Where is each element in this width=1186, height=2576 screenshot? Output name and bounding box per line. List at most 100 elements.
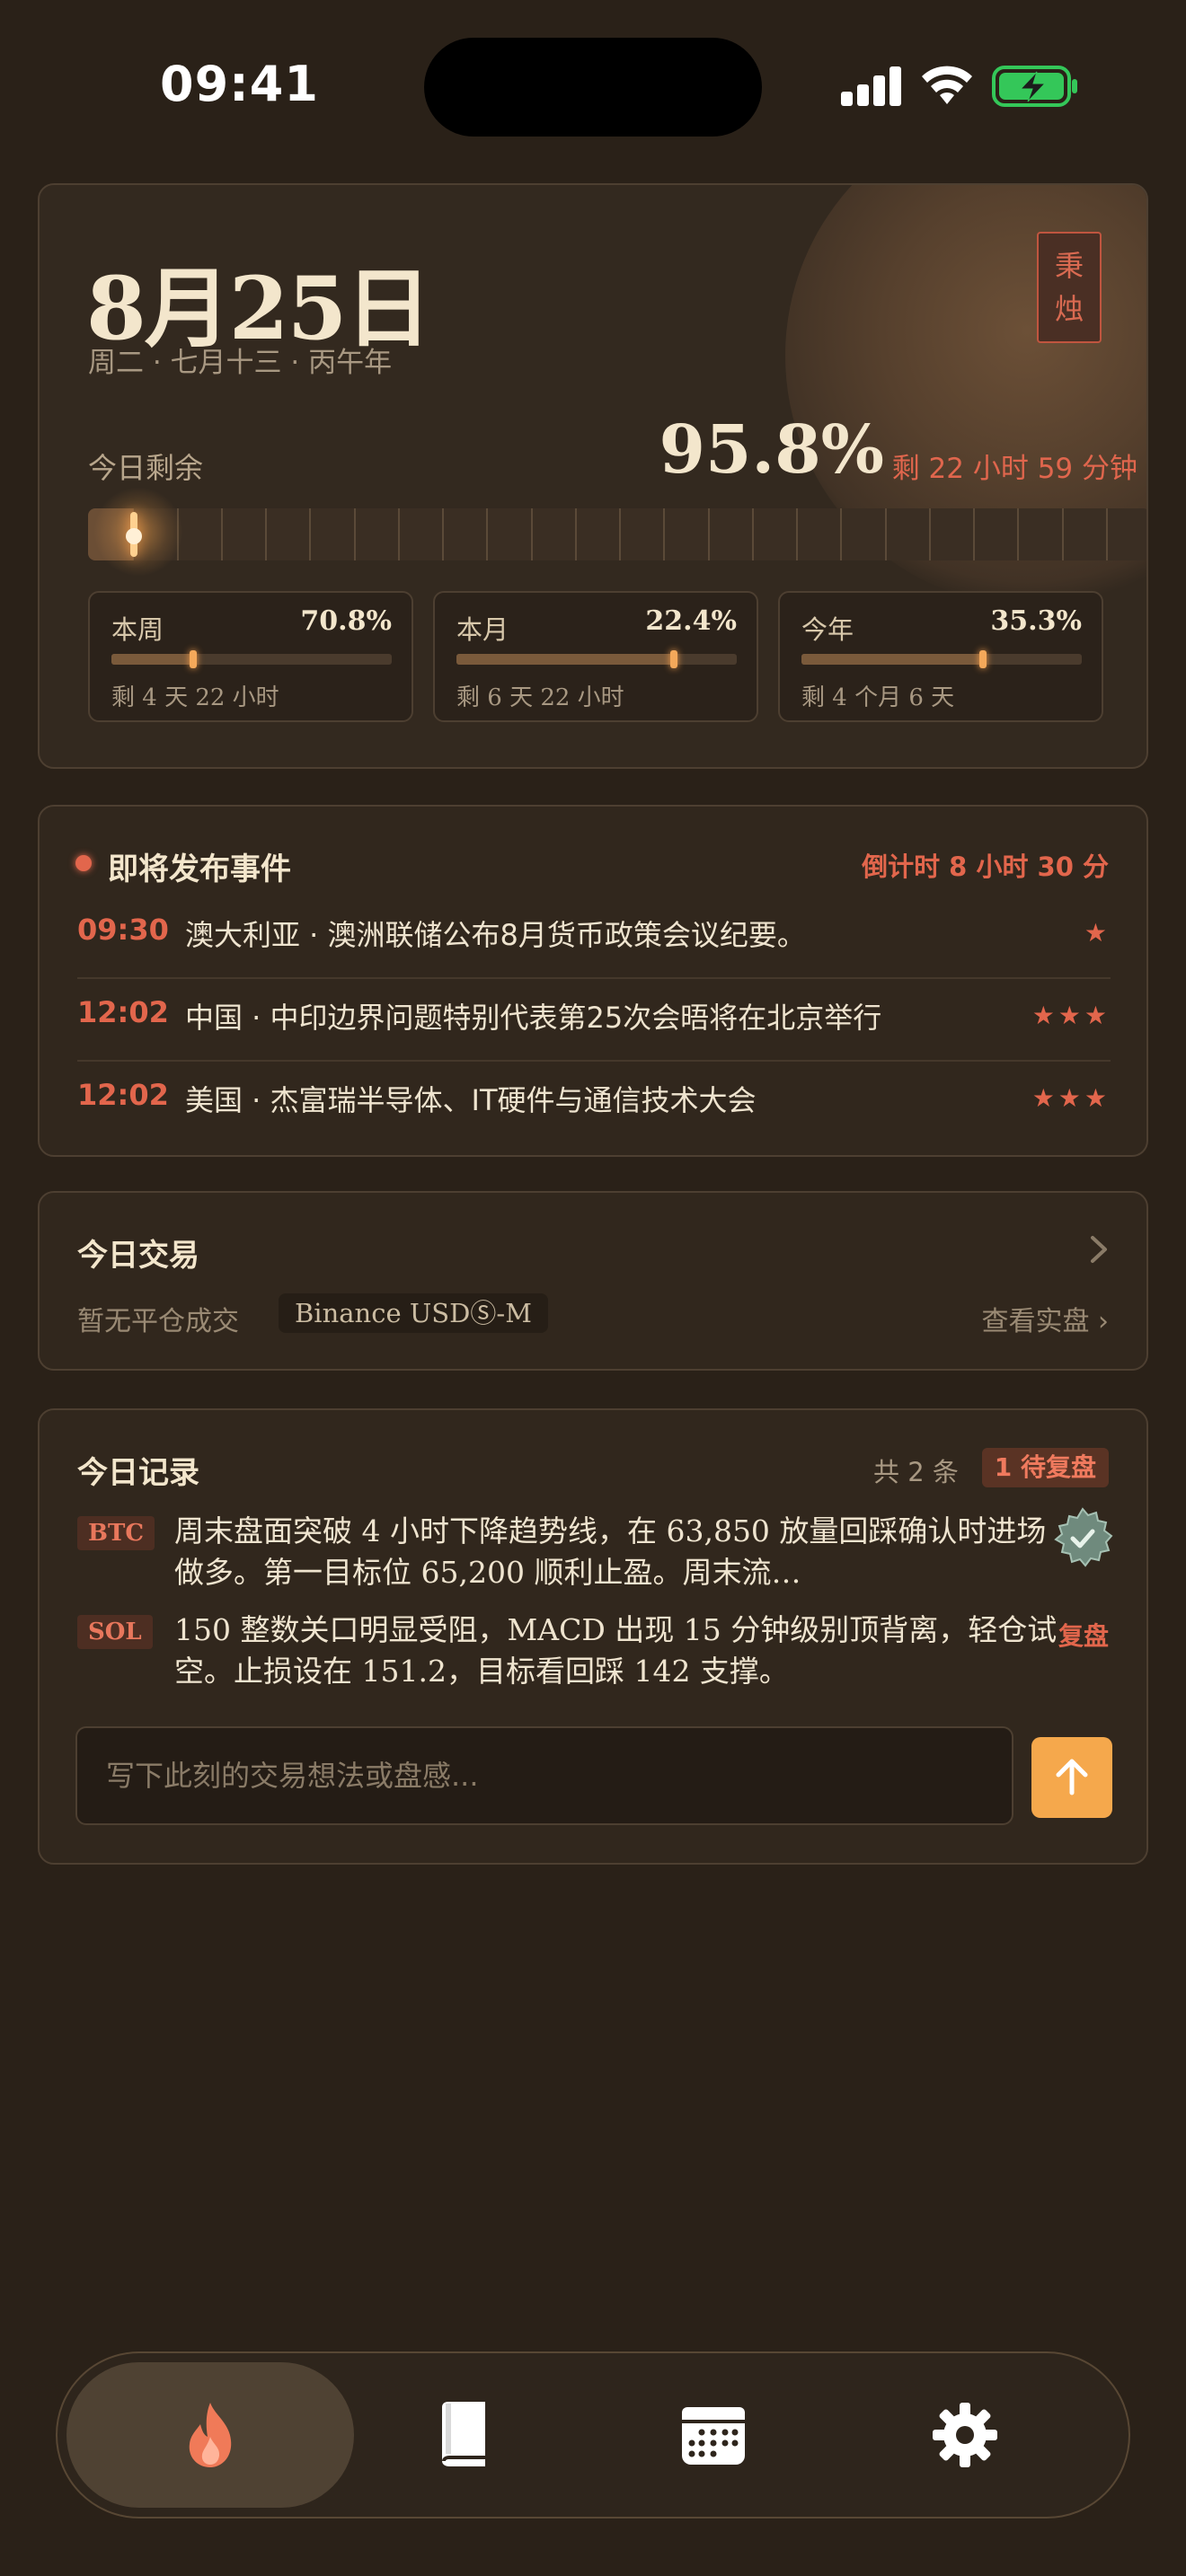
gear-icon: [933, 2403, 997, 2467]
records-count: 共 2 条: [873, 1457, 959, 1487]
hour-tick: [220, 508, 223, 560]
review-button[interactable]: 复盘: [1058, 1617, 1109, 1653]
today-remaining-time: 剩 22 小时 59 分钟: [891, 453, 1137, 485]
status-bar: 09:41: [0, 0, 1186, 180]
bottom-tab-bar: [56, 2351, 1130, 2519]
hour-tick: [1105, 508, 1108, 560]
upcoming-events-card[interactable]: 即将发布事件 倒计时 8 小时 30 分 09:30 澳大利亚 · 澳洲联储公布…: [38, 805, 1148, 1157]
note-input[interactable]: 写下此刻的交易想法或盘感...: [75, 1726, 1013, 1825]
no-trades-text: 暂无平仓成交: [77, 1306, 239, 1337]
pending-review-badge[interactable]: 1 待复盘: [981, 1448, 1109, 1487]
reviewed-badge-icon[interactable]: [1051, 1507, 1114, 1570]
events-countdown: 倒计时 8 小时 30 分: [862, 851, 1109, 882]
book-icon: [442, 2402, 485, 2466]
hour-tick: [707, 508, 710, 560]
tab-today[interactable]: [66, 2362, 354, 2508]
year-label: 今年: [801, 614, 854, 645]
year-progress-card: 今年 35.3% 剩 4 个月 6 天: [778, 591, 1103, 722]
year-progress-track: [801, 650, 1082, 668]
dynamic-island: [424, 38, 762, 137]
today-records-card: 今日记录 共 2 条 1 待复盘 BTC 周末盘面突破 4 小时下降趋势线，在 …: [38, 1408, 1148, 1865]
week-label: 本周: [111, 614, 164, 645]
symbol-tag-sol: SOL: [77, 1615, 153, 1649]
today-remaining-percent: 95.8%: [659, 411, 884, 489]
hour-tick: [1017, 508, 1020, 560]
hour-tick: [530, 508, 533, 560]
year-progress-knob: [978, 650, 987, 668]
hour-tick: [619, 508, 621, 560]
week-percent: 70.8%: [300, 605, 392, 637]
event-importance-stars: ★: [1084, 918, 1111, 948]
event-importance-stars: ★★★: [1031, 1083, 1111, 1113]
arrow-up-icon: [1056, 1759, 1088, 1795]
event-row[interactable]: 12:02 中国 · 中印边界问题特别代表第25次会晤将在北京举行 ★★★: [77, 975, 1111, 1058]
status-time: 09:41: [160, 56, 319, 112]
record-text[interactable]: 周末盘面突破 4 小时下降趋势线，在 63,850 放量回踩确认时进场做多。第一…: [174, 1511, 1073, 1593]
hour-tick: [574, 508, 577, 560]
hour-tick: [1061, 508, 1064, 560]
event-importance-stars: ★★★: [1031, 1001, 1111, 1030]
hour-tick: [442, 508, 444, 560]
record-text[interactable]: 150 整数关口明显受阻，MACD 出现 15 分钟级别顶背离，轻仓试空。止损设…: [174, 1610, 1073, 1692]
hour-tick: [663, 508, 666, 560]
battery-charging-icon: [992, 66, 1077, 107]
tab-calendar[interactable]: [570, 2362, 857, 2508]
event-text: 澳大利亚 · 澳洲联储公布8月货币政策会议纪要。: [185, 918, 806, 952]
chevron-right-icon[interactable]: [1087, 1234, 1111, 1265]
month-label: 本月: [456, 614, 509, 645]
year-progress-fill: [801, 654, 983, 665]
hour-tick: [928, 508, 931, 560]
event-time: 12:02: [77, 995, 169, 1029]
tab-settings[interactable]: [821, 2362, 1109, 2508]
today-trades-card[interactable]: 今日交易 暂无平仓成交 Binance USDⓈ-M 查看实盘 ›: [38, 1191, 1148, 1371]
lunar-date-subtitle: 周二 · 七月十三 · 丙午年: [88, 347, 393, 379]
hour-tick: [973, 508, 975, 560]
month-remaining: 剩 6 天 22 小时: [456, 684, 624, 711]
seal-char-1: 秉: [1054, 249, 1084, 283]
year-percent: 35.3%: [990, 605, 1082, 637]
week-progress-fill: [111, 654, 194, 665]
tab-journal[interactable]: [318, 2362, 606, 2508]
flame-icon: [189, 2403, 232, 2467]
day-progress-dot: [126, 528, 142, 544]
month-progress-track: [456, 650, 737, 668]
symbol-tag-btc: BTC: [77, 1516, 155, 1550]
event-text: 中国 · 中印边界问题特别代表第25次会晤将在北京举行: [185, 1001, 882, 1035]
trades-title: 今日交易: [77, 1238, 199, 1274]
week-progress-card: 本周 70.8% 剩 4 天 22 小时: [88, 591, 413, 722]
send-button[interactable]: [1031, 1737, 1112, 1818]
events-title: 即将发布事件: [108, 851, 291, 887]
wifi-icon: [922, 66, 972, 104]
calendar-icon: [682, 2407, 745, 2465]
event-text: 美国 · 杰富瑞半导体、IT硬件与通信技术大会: [185, 1083, 757, 1117]
month-progress-card: 本月 22.4% 剩 6 天 22 小时: [433, 591, 758, 722]
today-remaining-label: 今日剩余: [88, 451, 204, 485]
seal-char-2: 烛: [1054, 292, 1084, 326]
hour-tick: [840, 508, 843, 560]
hour-tick: [397, 508, 400, 560]
event-time: 12:02: [77, 1078, 169, 1112]
cellular-signal-icon: [841, 66, 902, 106]
day-progress-bar: [88, 487, 1146, 577]
view-live-link[interactable]: 查看实盘 ›: [981, 1299, 1109, 1338]
live-dot-icon: [75, 855, 92, 871]
hour-tick: [884, 508, 887, 560]
week-progress-track: [111, 650, 392, 668]
year-remaining: 剩 4 个月 6 天: [801, 684, 955, 711]
event-row[interactable]: 12:02 美国 · 杰富瑞半导体、IT硬件与通信技术大会 ★★★: [77, 1058, 1111, 1141]
records-title: 今日记录: [77, 1455, 199, 1491]
week-progress-knob: [190, 650, 198, 668]
day-progress-card: 8月25日 周二 · 七月十三 · 丙午年 秉 烛 今日剩余 95.8% 剩 2…: [38, 183, 1148, 769]
hour-tick: [751, 508, 754, 560]
hour-tick: [265, 508, 267, 560]
month-progress-knob: [670, 650, 678, 668]
exchange-badge: Binance USDⓈ-M: [279, 1293, 548, 1333]
week-remaining: 剩 4 天 22 小时: [111, 684, 279, 711]
event-row[interactable]: 09:30 澳大利亚 · 澳洲联储公布8月货币政策会议纪要。 ★: [77, 893, 1111, 975]
app-seal-logo: 秉 烛: [1037, 232, 1102, 343]
hour-tick: [309, 508, 312, 560]
month-percent: 22.4%: [645, 605, 737, 637]
month-progress-fill: [456, 654, 675, 665]
hour-tick: [486, 508, 489, 560]
event-time: 09:30: [77, 913, 169, 947]
